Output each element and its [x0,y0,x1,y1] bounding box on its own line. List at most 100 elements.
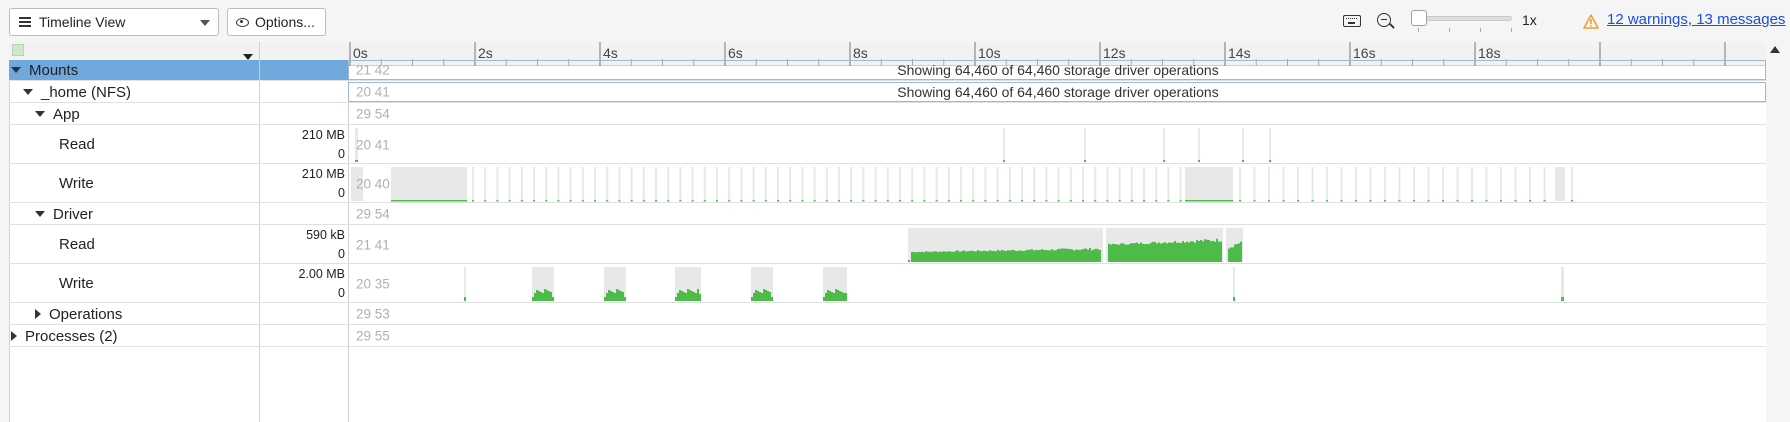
scroll-up-icon[interactable] [1770,46,1780,53]
tree-row[interactable]: Write 210 MB 0 20 40 [9,165,1766,203]
timeline-track[interactable]: 20 40 [348,165,1766,202]
timeline-track[interactable]: 20 41 Showing 64,460 of 64,460 storage dr… [348,82,1766,102]
activity-bar [959,251,961,262]
tree-row-label-cell[interactable]: Operations [9,304,259,324]
activity-window [862,167,865,201]
expand-arrow-icon[interactable] [35,309,41,319]
activity-bar [1218,241,1220,262]
activity-bar [691,291,693,301]
timeline-track[interactable]: 29 55 [348,326,1766,346]
tree-row-label-cell[interactable]: Mounts [9,60,259,80]
activity-bar [508,200,511,202]
activity-bar [961,251,963,262]
activity-window [838,167,840,201]
tree-row-label-cell[interactable]: App [9,104,259,124]
activity-bar [765,290,767,301]
color-swatch[interactable] [12,44,24,56]
warnings-link[interactable]: 12 warnings, 13 messages [1607,11,1785,28]
activity-window [825,167,828,201]
tree-row-label-cell[interactable]: Driver [9,204,259,224]
tree-row[interactable]: Driver 29 54 [9,204,1766,225]
tree-row[interactable]: Processes (2) 29 55 [9,326,1766,347]
activity-bar [1162,242,1164,262]
timeline-track[interactable]: 20 41 [348,126,1766,163]
activity-bar [1124,244,1126,262]
timeline-track[interactable]: 29 54 [348,104,1766,124]
value-min: 0 [338,247,345,261]
activity-window [1084,128,1086,162]
zoom-out-icon[interactable] [1377,13,1391,27]
tree-row-label-cell[interactable]: _home (NFS) [9,82,259,102]
tree-row-label: Write [59,275,94,292]
activity-bar [1146,243,1148,262]
menu-icon [19,17,31,27]
activity-bar [935,200,938,202]
activity-bar [594,200,596,202]
activity-window [728,167,731,201]
activity-window [667,167,670,201]
collapse-arrow-icon[interactable] [11,67,21,73]
tree-row-label-cell[interactable]: Read [9,126,259,163]
ruler-tick-label: 12s [1103,45,1126,61]
activity-bar [1116,244,1118,262]
activity-bar [995,251,997,262]
activity-bar [534,293,536,301]
tree-row[interactable]: Write 2.00 MB 0 20 35 [9,265,1766,303]
tree-row[interactable]: Operations 29 53 [9,304,1766,325]
value-cell: 590 kB 0 [259,226,348,263]
activity-bar [1232,247,1234,262]
activity-window [874,167,877,201]
tree-row-label-cell[interactable]: Processes (2) [9,326,259,346]
expand-arrow-icon[interactable] [11,331,17,341]
tree-row[interactable]: App 29 54 [9,104,1766,125]
timeline-track[interactable]: 29 54 [348,204,1766,224]
activity-bar [996,200,999,202]
zoom-slider[interactable] [1416,16,1512,21]
zoom-slider-thumb[interactable] [1411,10,1427,26]
timeline-track[interactable]: 20 35 [348,265,1766,302]
activity-bar [1166,243,1168,262]
tree-row[interactable]: Read 590 kB 0 21 41 [9,226,1766,264]
tree-row[interactable]: Read 210 MB 0 20 41 [9,126,1766,164]
activity-bar [1234,244,1236,262]
activity-bar [1099,249,1101,262]
track-index: 29 53 [356,306,390,322]
activity-bar [1019,250,1021,262]
value-max: 210 MB [301,128,345,142]
activity-bar [985,251,987,262]
tree-row[interactable]: Mounts 21 42 Showing 64,460 of 64,460 stor… [9,60,1766,81]
activity-bar [520,200,523,202]
collapse-arrow-icon[interactable] [23,89,33,95]
keyboard-icon[interactable] [1343,15,1361,27]
activity-window [1185,167,1233,201]
options-button[interactable]: Options... [227,8,326,36]
options-label: Options... [255,14,315,30]
activity-window [557,167,560,201]
activity-bar [1158,242,1160,262]
activity-bar [917,252,919,262]
activity-bar [835,289,837,301]
activity-window [533,167,535,201]
timeline-track[interactable]: 21 41 [348,226,1766,263]
activity-window [947,167,950,201]
timeline-track[interactable]: 21 42 Showing 64,460 of 64,460 storage dr… [348,60,1766,80]
activity-bar [614,293,616,301]
activity-bar [616,289,618,301]
timeline-track[interactable]: 29 53 [348,304,1766,324]
tree-row-label-cell[interactable]: Read [9,226,259,263]
value-min: 0 [338,286,345,300]
activity-window [1555,167,1565,201]
activity-bar [1091,250,1093,262]
activity-bar [1051,249,1053,262]
activity-bar [1108,243,1110,262]
collapse-arrow-icon[interactable] [35,211,45,217]
view-selector[interactable]: Timeline View [9,8,219,36]
tree-row-label-cell[interactable]: Write [9,265,259,302]
activity-window [972,167,975,201]
activity-bar [618,200,621,202]
tree-row-label-cell[interactable]: Write [9,165,259,202]
tree-row[interactable]: _home (NFS) 20 41 Showing 64,460 of 64,460… [9,82,1766,103]
activity-bar [532,297,534,301]
activity-chart [908,228,1243,262]
collapse-arrow-icon[interactable] [35,111,45,117]
